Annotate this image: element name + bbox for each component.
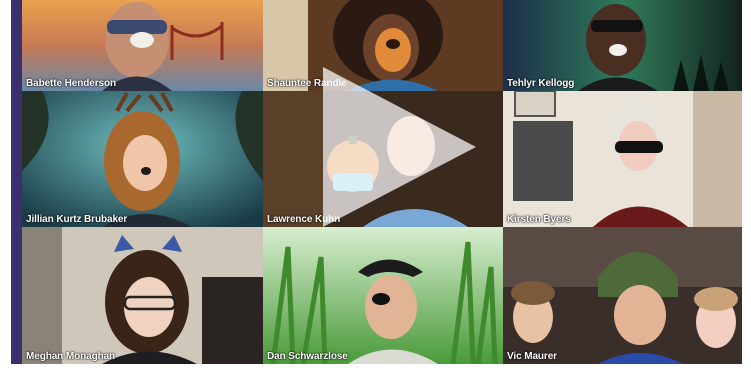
video-feed (263, 227, 503, 364)
participant-name: Jillian Kurtz Brubaker (26, 214, 128, 225)
participant-name: Meghan Monaghan (26, 351, 116, 362)
play-button[interactable] (311, 67, 481, 227)
participant-name: Babette Henderson (26, 78, 116, 89)
video-feed (503, 227, 742, 364)
participant-tile[interactable]: Vic Maurer (503, 227, 742, 364)
video-feed (22, 227, 263, 364)
participant-tile[interactable]: Jillian Kurtz Brubaker (22, 91, 263, 227)
video-feed (22, 91, 263, 227)
participant-tile[interactable]: Babette Henderson (22, 0, 263, 91)
participant-tile[interactable]: Kirsten Byers (503, 91, 742, 227)
play-icon (323, 67, 476, 227)
participant-name: Kirsten Byers (507, 214, 571, 225)
participant-name: Vic Maurer (507, 351, 557, 362)
participant-grid: Babette Henderson Shauntee Randle Tehlyr… (11, 0, 742, 364)
participant-tile[interactable]: Dan Schwarzlose (263, 227, 503, 364)
participant-name: Tehlyr Kellogg (507, 78, 575, 89)
participant-tile[interactable]: Meghan Monaghan (22, 227, 263, 364)
video-call-window: Babette Henderson Shauntee Randle Tehlyr… (0, 0, 751, 374)
participant-tile[interactable]: Tehlyr Kellogg (503, 0, 742, 91)
video-feed (503, 91, 742, 227)
participant-name: Dan Schwarzlose (267, 351, 348, 362)
